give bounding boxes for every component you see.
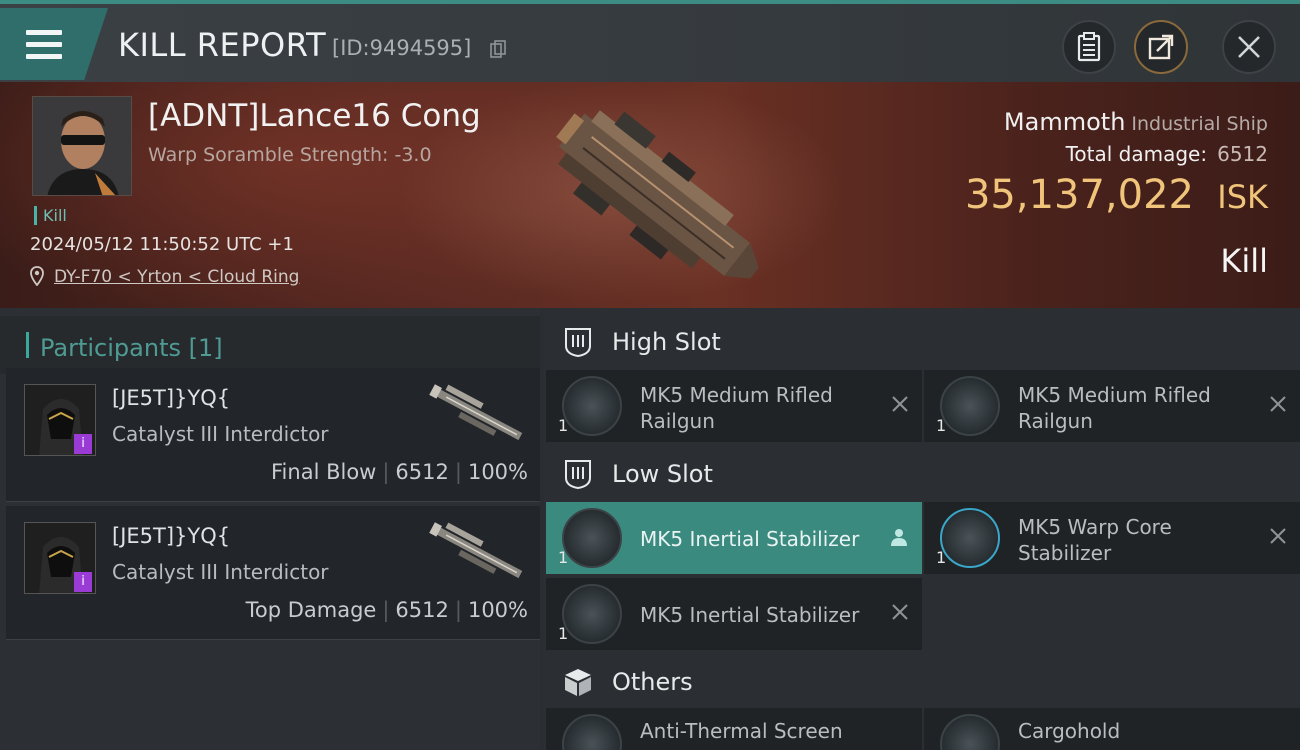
participant-ship: Catalyst III Interdictor [112,560,329,584]
module-quantity: 1 [558,548,569,567]
module-name: Anti-Thermal Screen [640,719,843,743]
cargohold-icon [940,714,1000,750]
participants-panel: Participants [1] i [JE5T]}YQ{ Catalyst I… [0,308,540,750]
remove-x-icon[interactable] [890,394,910,414]
participant-damage: 6512 [395,460,449,484]
menu-button[interactable] [0,8,108,80]
mammoth-ship-image [556,110,759,279]
inertial-stabilizer-icon [562,584,622,644]
participants-header: Participants [1] [0,316,540,374]
victim-avatar[interactable] [32,96,132,196]
menu-icon [26,30,62,60]
high-slot-title: High Slot [612,328,721,356]
participant-damage: 6512 [395,598,449,622]
isk-value: 35,137,022 [964,172,1194,218]
corp-badge: i [74,572,92,592]
others-header: Others [544,652,1300,710]
location-pin-icon [30,266,44,286]
ship-class: Industrial Ship [1131,113,1268,135]
module-item[interactable]: 1 MK5 Warp Core Stabilizer [924,502,1300,574]
pilot-portrait [33,97,131,195]
module-name: MK5 Medium Rifled Railgun [640,383,833,433]
module-item[interactable]: 1 MK5 Medium Rifled Railgun [546,370,922,442]
corp-badge: i [74,434,92,454]
module-item[interactable]: Anti-Thermal Screen [546,708,922,750]
page-title: KILL REPORT [118,26,327,64]
module-name: MK5 Inertial Stabilizer [640,527,860,551]
module-item-selected[interactable]: 1 MK5 Inertial Stabilizer [546,502,922,574]
victim-ship[interactable]: Mammoth Industrial Ship [1004,108,1268,136]
low-slot-header: Low Slot [544,444,1300,502]
low-slot-title: Low Slot [612,460,713,488]
report-button[interactable] [1062,20,1116,74]
warp-core-stabilizer-icon [940,508,1000,568]
participant-ship: Catalyst III Interdictor [112,422,329,446]
module-item[interactable]: Cargohold [924,708,1300,750]
remove-x-icon[interactable] [1268,394,1288,414]
others-title: Others [612,668,693,696]
module-name: Cargohold [1018,719,1121,743]
fitting-panel: High Slot 1 MK5 Medium Rifled Railgun 1 … [544,308,1300,750]
participant-ship-image [429,384,523,441]
share-icon [1148,34,1174,60]
user-icon[interactable] [888,526,910,548]
header-accent-bar [26,332,29,358]
kill-timestamp: 2024/05/12 11:50:52 UTC +1 [30,234,294,255]
participant-stats: Top Damage | 6512 | 100% [245,598,528,622]
total-damage: Total damage: 6512 [1066,142,1268,166]
share-button[interactable] [1134,20,1188,74]
participants-label: Participants [40,334,181,362]
ship-name: Mammoth [1003,108,1126,136]
slot-shield-icon [565,328,591,358]
participant-stats: Final Blow | 6512 | 100% [271,460,528,484]
kill-banner: [ADNT]Lance16 Cong Warp Soramble Strengt… [0,82,1300,308]
clipboard-icon [1077,32,1101,62]
total-damage-value: 6512 [1217,142,1268,166]
slot-shield-icon [565,460,591,490]
cube-icon [565,669,591,696]
module-item[interactable]: 1 MK5 Inertial Stabilizer [546,578,922,650]
remove-x-icon[interactable] [890,602,910,622]
participant-percent: 100% [467,598,528,622]
participant-percent: 100% [467,460,528,484]
module-name: MK5 Medium Rifled Railgun [1018,383,1211,433]
close-icon [1238,36,1260,58]
location-link[interactable]: DY-F70 < Yrton < Cloud Ring [54,267,299,287]
module-quantity: 1 [558,416,569,435]
participants-count: [1] [188,334,223,362]
participant-name[interactable]: [JE5T]}YQ{ [112,524,230,548]
close-button[interactable] [1222,20,1276,74]
high-slot-header: High Slot [544,312,1300,370]
isk-unit: ISK [1217,178,1268,216]
module-quantity: 1 [936,416,947,435]
report-id: [ID:9494595] [332,36,472,60]
victim-name[interactable]: [ADNT]Lance16 Cong [148,98,481,134]
copy-icon[interactable] [490,40,506,58]
railgun-icon [562,376,622,436]
participant-card[interactable]: i [JE5T]}YQ{ Catalyst III Interdictor To… [6,506,540,640]
module-item[interactable]: 1 MK5 Medium Rifled Railgun [924,370,1300,442]
participant-role: Top Damage [245,598,377,622]
module-name: MK5 Warp Core Stabilizer [1018,515,1172,565]
warp-scramble-strength: Warp Soramble Strength: -3.0 [148,144,432,166]
total-damage-label: Total damage: [1065,142,1208,166]
module-quantity: 1 [558,624,569,643]
participants-title: Participants [1] [40,334,223,362]
participant-ship-image [429,522,523,579]
kill-tag: Kill [34,206,67,225]
result-label: Kill [1220,242,1268,280]
participant-card[interactable]: i [JE5T]}YQ{ Catalyst III Interdictor Fi… [6,368,540,502]
remove-x-icon[interactable] [1268,526,1288,546]
participant-role: Final Blow [271,460,377,484]
top-bar: KILL REPORT [ID:9494595] [0,0,1300,82]
module-name: MK5 Inertial Stabilizer [640,603,860,627]
railgun-icon [940,376,1000,436]
inertial-stabilizer-icon [562,508,622,568]
participant-name[interactable]: [JE5T]}YQ{ [112,386,230,410]
module-quantity: 1 [936,548,947,567]
anti-thermal-screen-icon [562,714,622,750]
